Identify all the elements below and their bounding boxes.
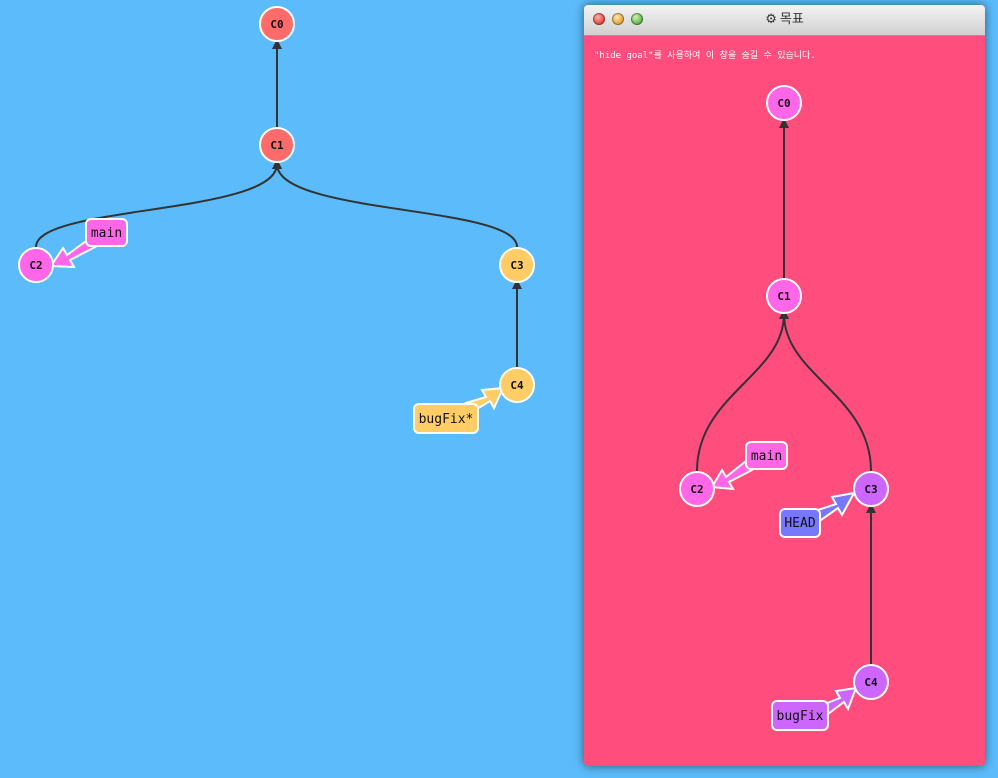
goal-branch-bugfix[interactable]: bugFix — [771, 686, 858, 731]
goal-branch-main[interactable]: main — [710, 441, 788, 491]
goal-commit-c4[interactable]: C4 — [853, 664, 889, 700]
goal-branch-bugfix-label: bugFix — [777, 709, 824, 724]
goal-commit-c2-label: C2 — [690, 483, 703, 496]
goal-commit-c0-label: C0 — [777, 97, 790, 110]
commit-c4[interactable]: C4 — [499, 367, 535, 403]
goal-commit-tree: main HEAD bugFix C0 C1 C2 C3 C4 — [679, 85, 889, 731]
goal-commit-c0[interactable]: C0 — [766, 85, 802, 121]
commit-c4-label: C4 — [510, 379, 524, 392]
commit-c2-label: C2 — [29, 259, 42, 272]
goal-head[interactable]: HEAD — [779, 491, 856, 538]
edge-c3-c1 — [272, 159, 518, 248]
commit-c3-label: C3 — [510, 259, 523, 272]
goal-head-label: HEAD — [784, 516, 815, 531]
commit-c1[interactable]: C1 — [259, 127, 295, 163]
goal-window: ⚙ 목표 "hide goal"를 사용하여 이 창을 숨길 수 있습니다. ma… — [584, 5, 985, 766]
git-visualization-stage: main bugFix* C0 C1 C2 C3 C4 ⚙ 목표 "hide g… — [0, 0, 998, 778]
commit-c1-label: C1 — [270, 139, 284, 152]
branch-bugfix[interactable]: bugFix* — [413, 386, 505, 434]
goal-commit-c3[interactable]: C3 — [853, 471, 889, 507]
goal-branch-main-label: main — [751, 449, 782, 464]
goal-commit-c3-label: C3 — [864, 483, 877, 496]
goal-commit-c4-label: C4 — [864, 676, 878, 689]
commit-c0-label: C0 — [270, 18, 283, 31]
goal-commit-c2[interactable]: C2 — [679, 471, 715, 507]
goal-commit-c1-label: C1 — [777, 290, 791, 303]
commit-c2[interactable]: C2 — [18, 247, 54, 283]
goal-commit-c1[interactable]: C1 — [766, 278, 802, 314]
goal-edge-c3-c1 — [779, 309, 872, 472]
branch-main-label: main — [91, 226, 122, 241]
main-commit-tree: main bugFix* C0 C1 C2 C3 C4 — [18, 6, 535, 434]
edge-c2-c1 — [35, 159, 282, 248]
commit-c3[interactable]: C3 — [499, 247, 535, 283]
commit-c0[interactable]: C0 — [259, 6, 295, 42]
branch-bugfix-label: bugFix* — [419, 412, 474, 427]
